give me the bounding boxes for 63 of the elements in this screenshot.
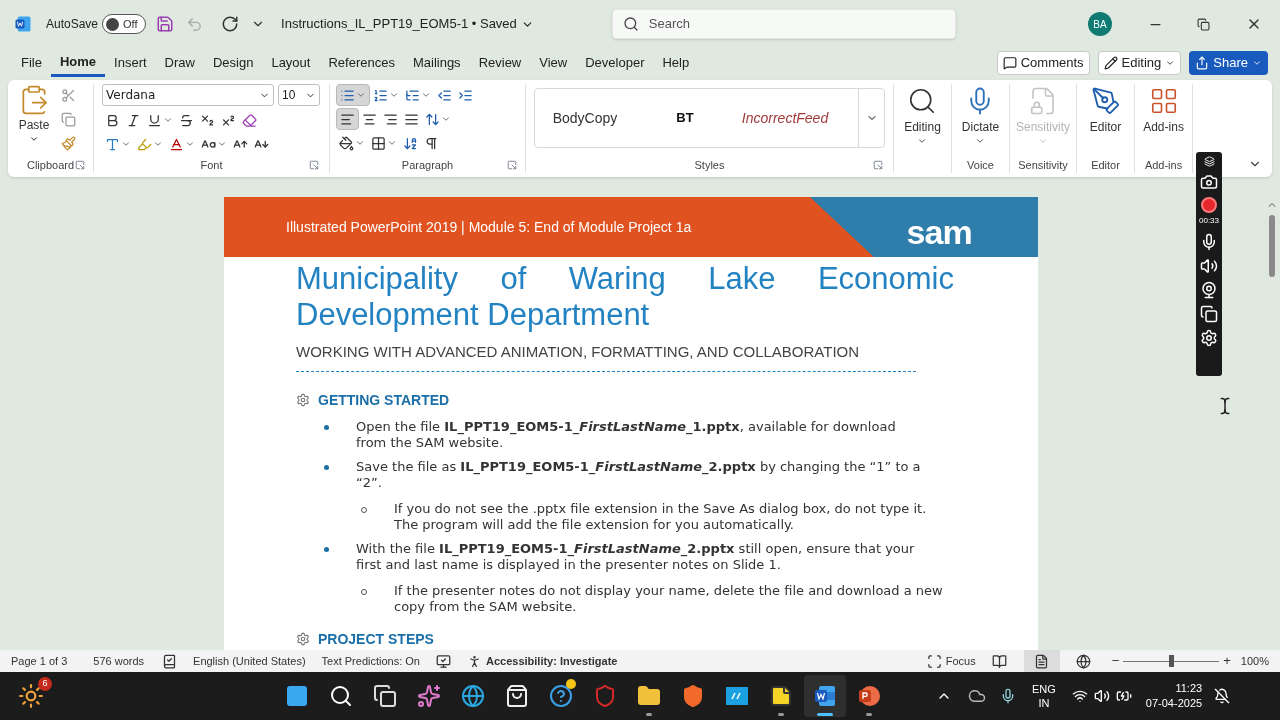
- autosave-toggle[interactable]: Off: [102, 14, 147, 34]
- menu-tab[interactable]: Home: [50, 49, 106, 77]
- language-status[interactable]: English (United States): [193, 652, 306, 670]
- comments-button[interactable]: Comments: [996, 51, 1090, 75]
- zoom-level[interactable]: 100%: [1240, 652, 1269, 670]
- style-option[interactable]: BT: [635, 108, 735, 128]
- menu-tab[interactable]: View: [530, 49, 577, 77]
- group-label: Editor: [1091, 157, 1120, 173]
- word-count[interactable]: 576 words: [93, 652, 145, 670]
- banner-title: Illustrated PowerPoint 2019 | Module 5: End of Module Project 1a: [285, 217, 692, 237]
- group-label: Sensitivity: [1018, 157, 1068, 173]
- menu-tab[interactable]: Mailings: [403, 49, 470, 77]
- zoom-in-button[interactable]: +: [1223, 651, 1231, 671]
- search-input[interactable]: Search: [648, 14, 929, 34]
- notification-badge: 6: [38, 677, 52, 691]
- autosave-label: AutoSave: [46, 16, 99, 33]
- editing-mode-button[interactable]: Editing: [1097, 51, 1182, 75]
- menu-tab[interactable]: Developer: [576, 49, 654, 77]
- user-avatar[interactable]: BA: [1088, 12, 1112, 36]
- document-title: Municipality of Waring Lake Economic Development Department: [296, 261, 954, 333]
- recording-time: 00:33: [1199, 215, 1219, 227]
- menu-tab[interactable]: Draw: [155, 49, 204, 77]
- list-item-text: If the presenter notes do not display your name, delete the file and download a new copy from the SAM website.: [394, 582, 944, 615]
- text-predictions-status[interactable]: Text Predictions: On: [321, 652, 420, 670]
- menu-tab[interactable]: Design: [203, 49, 263, 77]
- list-item-text: Open the file IL_PPT19_EOM5-1_FirstLastName_1.pptx, available for download from the SAM website.: [356, 418, 897, 451]
- document-title[interactable]: Instructions_IL_PPT19_EOM5-1 • Saved: [281, 14, 534, 34]
- editor-tool-button[interactable]: Editor: [1089, 84, 1122, 136]
- document-subtitle: WORKING WITH ADVANCED ANIMATION, FORMATTING, AND COLLABORATION: [296, 342, 861, 362]
- group-label: Styles: [694, 157, 725, 173]
- menu-tab[interactable]: References: [319, 49, 404, 77]
- accessibility-status[interactable]: Accessibility: Investigate: [467, 652, 618, 670]
- group-label: Paragraph: [401, 157, 454, 173]
- sam-logo: sam: [906, 212, 972, 253]
- dictate-tool-button[interactable]: Dictate: [961, 84, 1000, 146]
- menu-tab[interactable]: Layout: [262, 49, 320, 77]
- menu-tab[interactable]: Review: [469, 49, 531, 77]
- list-item-text: If you do not see the .pptx file extension in the Save As dialog box, do not type it. The program will add the file extension for you automatically.: [394, 500, 928, 533]
- menu-tab[interactable]: Insert: [105, 49, 156, 77]
- font-name-dropdown[interactable]: Verdana: [102, 84, 274, 106]
- share-button[interactable]: Share: [1189, 51, 1268, 75]
- group-label: Clipboard: [26, 157, 75, 173]
- list-item-text: With the file IL_PPT19_EOM5-1_FirstLastName_2.pptx still open, ensure that your first and last name is displayed in the presenter notes on Slide 1.: [356, 540, 916, 573]
- group-label: Add-ins: [1144, 157, 1183, 173]
- section-heading: GETTING STARTED: [318, 390, 450, 410]
- group-label: Voice: [967, 157, 994, 173]
- editing-tool-button[interactable]: Editing: [904, 84, 941, 146]
- input-language[interactable]: ENG IN: [1032, 682, 1056, 710]
- menu-tab[interactable]: Help: [653, 49, 699, 77]
- search-field[interactable]: Search: [611, 9, 956, 39]
- focus-button[interactable]: Focus: [926, 652, 976, 670]
- page-count[interactable]: Page 1 of 3: [11, 652, 68, 670]
- zoom-out-button[interactable]: −: [1111, 651, 1120, 671]
- list-item-text: Save the file as IL_PPT19_EOM5-1_FirstLastName_2.pptx by changing the “1” to a “2”.: [356, 458, 922, 491]
- addins-tool-button[interactable]: Add-ins: [1143, 84, 1184, 136]
- font-size-dropdown[interactable]: 10: [278, 84, 320, 106]
- clock[interactable]: 11:23 07-04-2025: [1145, 681, 1203, 711]
- section-heading: PROJECT STEPS: [318, 629, 434, 649]
- style-option[interactable]: IncorrectFeed: [735, 107, 835, 129]
- style-option[interactable]: BodyCopy: [535, 107, 635, 129]
- menu-tab[interactable]: File: [12, 49, 51, 77]
- group-label: Font: [200, 157, 223, 173]
- paste-button[interactable]: Paste: [14, 84, 54, 154]
